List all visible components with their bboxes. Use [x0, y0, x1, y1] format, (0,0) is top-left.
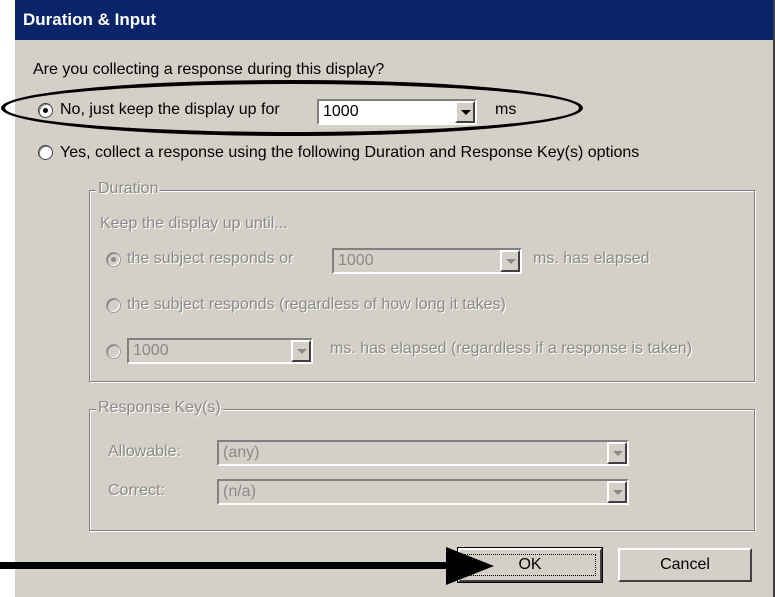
radio-collect-response[interactable]	[38, 145, 53, 160]
allowable-value: (any)	[223, 444, 260, 461]
duration-group-title: Duration	[96, 180, 161, 198]
radio-responds-or-elapsed[interactable]	[106, 252, 121, 267]
fixed-elapsed-label: ms. has elapsed (regardless if a respons…	[330, 340, 692, 357]
response-keys-group: Response Key(s)	[89, 399, 755, 531]
correct-label: Correct:	[108, 482, 165, 499]
fixed-duration-combo[interactable]: 1000	[127, 338, 313, 364]
chevron-down-icon[interactable]	[607, 481, 627, 503]
timeout-combo[interactable]: 1000	[332, 248, 522, 274]
response-keys-title: Response Key(s)	[96, 399, 223, 417]
cancel-button-label: Cancel	[660, 556, 710, 573]
responds-regardless-label: the subject responds (regardless of how …	[127, 296, 506, 313]
cancel-button[interactable]: Cancel	[618, 548, 752, 582]
duration-unit-label: ms	[495, 101, 517, 118]
question-label: Are you collecting a response during thi…	[33, 61, 385, 78]
annotation-arrow-head	[446, 547, 494, 585]
allowable-label: Allowable:	[108, 443, 181, 460]
display-duration-value: 1000	[323, 103, 359, 120]
radio-yes-label: Yes, collect a response using the follow…	[60, 144, 640, 161]
dialog-title: Duration & Input	[15, 0, 773, 40]
display-duration-combo[interactable]: 1000	[317, 99, 477, 125]
correct-value: (n/a)	[223, 483, 256, 500]
chevron-down-icon[interactable]	[291, 340, 311, 362]
annotation-arrow-shaft	[0, 562, 450, 569]
radio-fixed-duration[interactable]	[106, 344, 121, 359]
radio-no-response[interactable]	[38, 103, 53, 118]
keep-display-label: Keep the display up until...	[100, 215, 288, 232]
radio-no-label: No, just keep the display up for	[60, 101, 280, 118]
radio-responds-regardless[interactable]	[106, 298, 121, 313]
chevron-down-icon[interactable]	[607, 442, 627, 464]
responds-or-label: the subject responds or	[127, 250, 294, 267]
correct-combo[interactable]: (n/a)	[217, 479, 629, 505]
duration-input-dialog: Duration & Input Are you collecting a re…	[13, 0, 775, 597]
chevron-down-icon[interactable]	[455, 101, 475, 123]
timeout-value: 1000	[338, 252, 374, 269]
elapsed-label: ms. has elapsed	[533, 250, 650, 267]
fixed-duration-value: 1000	[133, 342, 169, 359]
chevron-down-icon[interactable]	[500, 250, 520, 272]
allowable-combo[interactable]: (any)	[217, 440, 629, 466]
